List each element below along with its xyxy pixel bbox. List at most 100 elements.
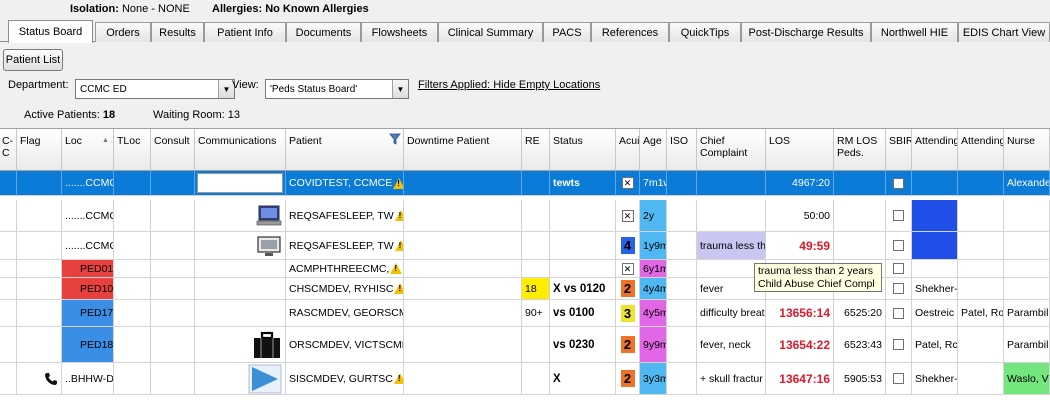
tab-flowsheets[interactable]: Flowsheets [361,22,438,42]
col-header-attending2[interactable]: Attending2 [958,129,1004,171]
sbirt-checkbox[interactable] [893,283,904,294]
sbirt-checkbox[interactable] [893,240,904,251]
sbirt-checkbox[interactable] [893,339,904,350]
cell-loc[interactable]: .......CCMC [62,232,114,260]
sbirt-checkbox[interactable] [893,373,904,384]
cell-communications[interactable] [195,300,286,327]
play-icon[interactable] [248,364,282,394]
cell-sbirt[interactable] [886,232,912,260]
sbirt-checkbox[interactable] [893,263,904,274]
cell-sbirt[interactable] [886,300,912,327]
table-row[interactable]: .......CCMC COVIDTEST, CCMCE tewts ✕ 7m1… [0,171,1050,196]
col-header-flag[interactable]: Flag [17,129,62,171]
cell-loc[interactable]: PED18 [62,327,114,363]
table-row[interactable]: PED17 RASCMDEV, GEORSCM 90+ vs 0100 3 4y… [0,300,1050,327]
cell-communications[interactable] [195,327,286,363]
col-header-downtime-patient[interactable]: Downtime Patient [404,129,522,171]
cell-patient[interactable]: SISCMDEV, GURTSC [286,363,404,395]
cell-flag[interactable] [17,363,62,395]
monitor-icon[interactable] [256,235,282,257]
patient-name[interactable]: REQSAFESLEEP, TW [289,240,394,252]
col-header-loc[interactable]: Loc ▲ [62,129,114,171]
cell-communications[interactable] [195,363,286,395]
tab-status-board[interactable]: Status Board [8,20,93,43]
col-header-re[interactable]: RE [522,129,550,171]
cell-communications[interactable] [195,232,286,260]
cell-chief-complaint[interactable]: trauma less th [697,232,766,260]
briefcase-icon[interactable] [252,330,282,360]
cell-loc[interactable]: PED10 [62,278,114,300]
col-header-sbirt[interactable]: SBIRT [886,129,912,171]
cell-chief-complaint[interactable]: difficulty breat [697,300,766,327]
cell-patient[interactable]: CHSCMDEV, RYHISC [286,278,404,300]
tab-documents[interactable]: Documents [286,22,361,42]
col-header-patient[interactable]: Patient [286,129,404,171]
cell-sbirt[interactable] [886,278,912,300]
col-header-acuity[interactable]: Acuity [616,129,640,171]
table-row[interactable]: PED01 ACMPHTHREECMC, ✕ 6y1m [0,260,1050,278]
cell-communications[interactable] [195,200,286,232]
col-header-nurse[interactable]: Nurse [1004,129,1050,171]
sbirt-checkbox[interactable] [893,307,904,319]
tab-northwell-hie[interactable]: Northwell HIE [871,22,958,42]
cell-sbirt[interactable] [886,171,912,196]
tab-clinical-summary[interactable]: Clinical Summary [438,22,543,42]
cell-communications[interactable] [195,260,286,278]
table-row[interactable]: PED18 ORSCMDEV, VICTSCMD vs 0230 2 9y9m … [0,327,1050,363]
cell-loc[interactable]: .......CCMC [62,200,114,232]
col-header-rm-los-peds[interactable]: RM LOS Peds. [834,129,886,171]
sbirt-checkbox[interactable] [893,210,904,221]
col-header-cc[interactable]: C-C [0,129,17,171]
patient-name[interactable]: REQSAFESLEEP, TW [289,210,394,222]
view-select[interactable]: 'Peds Status Board' ▼ [265,79,409,99]
cell-chief-complaint[interactable]: + skull fractur [697,363,766,395]
col-header-los[interactable]: LOS [766,129,834,171]
cell-sbirt[interactable] [886,260,912,278]
col-header-consult[interactable]: Consult [151,129,195,171]
cell-loc[interactable]: ..BHHW-D [62,363,114,395]
cell-sbirt[interactable] [886,200,912,232]
tab-results[interactable]: Results [151,22,204,42]
tab-quicktips[interactable]: QuickTips [669,22,741,42]
col-header-age[interactable]: Age [640,129,667,171]
dropdown-arrow-icon[interactable]: ▼ [392,80,408,98]
patient-name[interactable]: SISCMDEV, GURTSC [289,373,393,385]
cell-sbirt[interactable] [886,327,912,363]
tab-orders[interactable]: Orders [95,22,151,42]
patient-name[interactable]: CHSCMDEV, RYHISC [289,283,393,295]
table-row[interactable]: .......CCMC REQSAFESLEEP, TW ✕ 2y 50:00 [0,200,1050,232]
tab-patient-info[interactable]: Patient Info [204,22,286,42]
cell-loc[interactable]: .......CCMC [62,171,114,196]
tab-references[interactable]: References [591,22,669,42]
tab-post-discharge-results[interactable]: Post-Discharge Results [741,22,871,42]
cell-communications[interactable] [195,278,286,300]
table-row[interactable]: ..BHHW-D SISCMDEV, GURTSC X 2 3y3m + sku… [0,363,1050,395]
filters-applied-link[interactable]: Filters Applied: Hide Empty Locations [418,79,600,91]
table-row[interactable]: PED10 CHSCMDEV, RYHISC 18 X vs 0120 2 4y… [0,278,1050,300]
filter-icon[interactable] [389,133,401,145]
cell-patient[interactable]: ACMPHTHREECMC, [286,260,404,278]
cell-patient[interactable]: RASCMDEV, GEORSCM [286,300,404,327]
department-select[interactable]: CCMC ED ▼ [75,79,235,99]
cell-chief-complaint[interactable]: fever, neck [697,327,766,363]
cell-loc[interactable]: PED17 [62,300,114,327]
phone-icon[interactable] [44,372,58,386]
tab-pacs[interactable]: PACS [543,22,591,42]
col-header-chief-complaint[interactable]: Chief Complaint [697,129,766,171]
cell-patient[interactable]: REQSAFESLEEP, TW [286,200,404,232]
sbirt-checkbox[interactable] [893,177,904,189]
table-row[interactable]: .......CCMC REQSAFESLEEP, TW 4 1y9m trau… [0,232,1050,260]
cell-sbirt[interactable] [886,363,912,395]
cell-communications[interactable] [195,171,286,196]
cell-patient[interactable]: COVIDTEST, CCMCE [286,171,404,196]
col-header-attending[interactable]: Attending [912,129,958,171]
col-header-communications[interactable]: Communications [195,129,286,171]
col-header-iso[interactable]: ISO [667,129,697,171]
patient-name[interactable]: ACMPHTHREECMC, [289,263,389,275]
cell-loc[interactable]: PED01 [62,260,114,278]
col-header-status[interactable]: Status [550,129,616,171]
laptop-icon[interactable] [256,204,282,228]
col-header-tloc[interactable]: TLoc [114,129,151,171]
cell-patient[interactable]: REQSAFESLEEP, TW [286,232,404,260]
cell-patient[interactable]: ORSCMDEV, VICTSCMD [286,327,404,363]
